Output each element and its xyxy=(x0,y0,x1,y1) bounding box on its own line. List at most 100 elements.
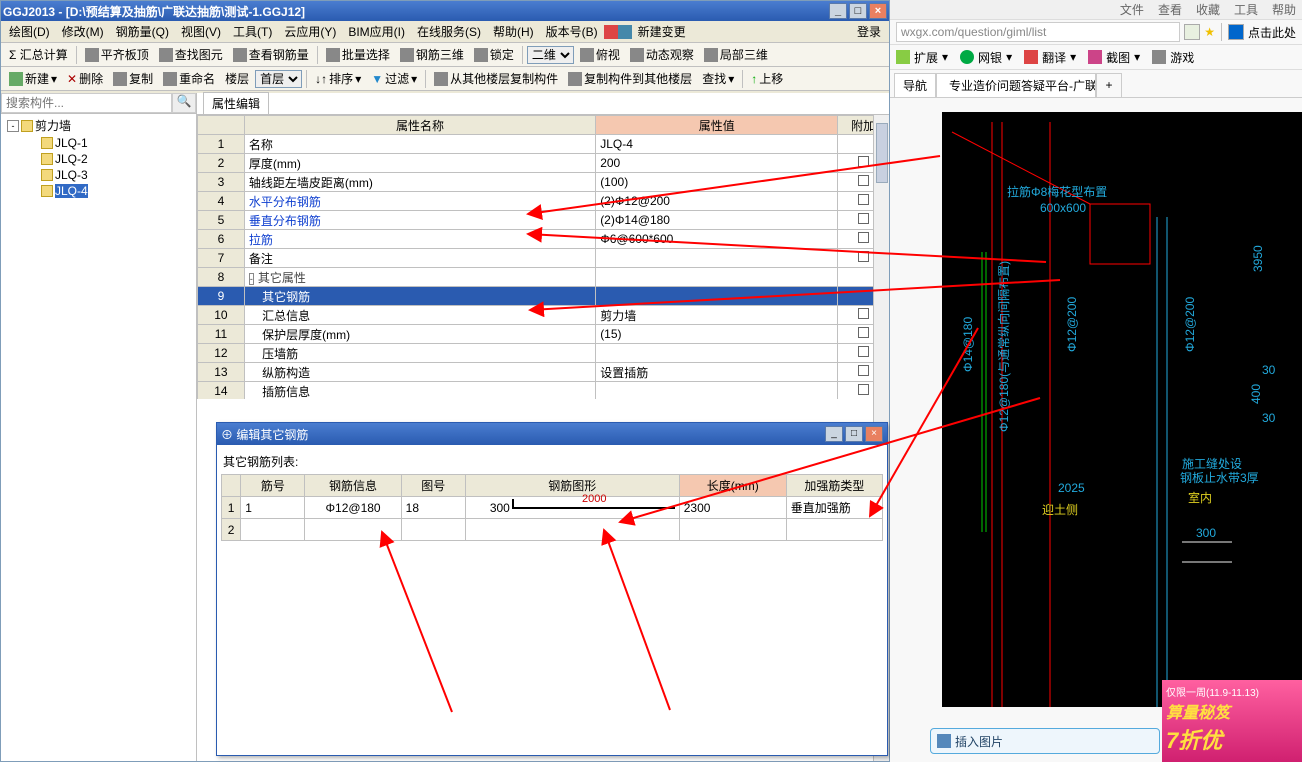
prop-value-cell[interactable] xyxy=(596,382,838,400)
tree-item-jlq2[interactable]: JLQ-2 xyxy=(3,151,194,167)
property-row[interactable]: 10 汇总信息剪力墙 xyxy=(198,306,889,325)
cad-viewport[interactable]: 拉筋Φ8梅花型布置 600x600 Φ14@180 Φ12@200 Φ12@20… xyxy=(942,112,1302,707)
menu-cloud[interactable]: 云应用(Y) xyxy=(278,21,342,42)
search-input[interactable] xyxy=(1,93,172,113)
prop-name-cell[interactable]: 轴线距左墙皮距离(mm) xyxy=(244,173,595,192)
insert-image-button[interactable]: 插入图片 xyxy=(930,728,1160,754)
address-bar[interactable] xyxy=(896,22,1180,42)
btn-delete[interactable]: ✕删除 xyxy=(63,68,107,89)
prop-name-cell[interactable]: 拉筋 xyxy=(244,230,595,249)
property-row[interactable]: 13 纵筋构造设置插筋 xyxy=(198,363,889,382)
checkbox[interactable] xyxy=(858,327,869,338)
gift-icon[interactable] xyxy=(604,25,618,39)
dialog-maximize-button[interactable]: □ xyxy=(845,426,863,442)
component-tree[interactable]: - 剪力墙 JLQ-1 JLQ-2 JLQ-3 JLQ-4 xyxy=(1,114,196,761)
cell-length[interactable]: 2300 xyxy=(679,497,786,519)
property-row[interactable]: 12 压墙筋 xyxy=(198,344,889,363)
checkbox[interactable] xyxy=(858,365,869,376)
title-bar[interactable]: GGJ2013 - [D:\预结算及抽筋\广联达抽筋\测试-1.GGJ12] _… xyxy=(1,1,889,21)
prop-name-cell[interactable]: -其它属性 xyxy=(244,268,595,287)
property-table[interactable]: 属性名称 属性值 附加 1名称JLQ-42厚度(mm)2003轴线距左墙皮距离(… xyxy=(197,115,889,399)
btn-screenshot[interactable]: 截图▾ xyxy=(1088,49,1140,66)
rebar-row-2[interactable]: 2 xyxy=(222,519,883,541)
share-icon[interactable] xyxy=(1228,24,1244,40)
btn-rename[interactable]: 重命名 xyxy=(159,68,219,89)
btn-extensions[interactable]: 扩展▾ xyxy=(896,49,948,66)
menu-draw[interactable]: 绘图(D) xyxy=(3,21,56,42)
menu-bim[interactable]: BIM应用(I) xyxy=(342,21,411,42)
prop-name-cell[interactable]: 垂直分布钢筋 xyxy=(244,211,595,230)
prop-value-cell[interactable] xyxy=(596,344,838,363)
other-rebar-table[interactable]: 筋号 钢筋信息 图号 钢筋图形 长度(mm) 加强筋类型 1 1 Φ12@180… xyxy=(221,474,883,541)
promo-banner[interactable]: 仅限一周(11.9-11.13) 算量秘笈 7折优 xyxy=(1162,680,1302,762)
cell-bar-info[interactable]: Φ12@180 xyxy=(305,497,401,519)
cell-bar-no[interactable]: 1 xyxy=(241,497,305,519)
reload-icon[interactable] xyxy=(1184,24,1200,40)
dialog-minimize-button[interactable]: _ xyxy=(825,426,843,442)
btn-find[interactable]: 查找▾ xyxy=(698,68,738,89)
tree-root-shearwall[interactable]: - 剪力墙 xyxy=(3,116,194,135)
br-menu-help[interactable]: 帮助 xyxy=(1272,1,1296,18)
btn-batch-select[interactable]: 批量选择 xyxy=(322,44,394,65)
btn-top-view[interactable]: 俯视 xyxy=(576,44,624,65)
btn-filter[interactable]: ▼过滤▾ xyxy=(367,68,421,89)
prop-value-cell[interactable]: 设置插筋 xyxy=(596,363,838,382)
menu-modify[interactable]: 修改(M) xyxy=(56,21,110,42)
checkbox[interactable] xyxy=(858,232,869,243)
property-row[interactable]: 1名称JLQ-4 xyxy=(198,135,889,154)
btn-view-qty[interactable]: 查看钢筋量 xyxy=(229,44,313,65)
menu-rebar-qty[interactable]: 钢筋量(Q) xyxy=(110,21,175,42)
property-row[interactable]: 4水平分布钢筋(2)Φ12@200 xyxy=(198,192,889,211)
menu-version[interactable]: 版本号(B) xyxy=(540,21,604,42)
br-menu-file[interactable]: 文件 xyxy=(1120,1,1144,18)
prop-value-cell[interactable]: 剪力墙 xyxy=(596,306,838,325)
minimize-button[interactable]: _ xyxy=(829,3,847,19)
edit-other-rebar-dialog[interactable]: ⊕ 编辑其它钢筋 _ □ × 其它钢筋列表: 筋号 钢筋信息 图号 钢筋图形 长… xyxy=(216,422,888,756)
btn-find-element[interactable]: 查找图元 xyxy=(155,44,227,65)
tab-property-edit[interactable]: 属性编辑 xyxy=(203,92,269,114)
collapse-icon[interactable]: - xyxy=(7,120,19,132)
checkbox[interactable] xyxy=(858,346,869,357)
cell-bar-shape[interactable]: 300 2000 xyxy=(465,497,679,519)
prop-value-cell[interactable]: (100) xyxy=(596,173,838,192)
prop-name-cell[interactable]: 其它钢筋 xyxy=(244,287,595,306)
property-row[interactable]: 7备注 xyxy=(198,249,889,268)
new-tab-button[interactable]: + xyxy=(1096,73,1122,97)
home-icon[interactable] xyxy=(618,25,632,39)
btn-lock[interactable]: 锁定 xyxy=(470,44,518,65)
menu-view[interactable]: 视图(V) xyxy=(175,21,227,42)
cell-fig-no[interactable]: 18 xyxy=(401,497,465,519)
btn-rebar-3d[interactable]: 钢筋三维 xyxy=(396,44,468,65)
btn-local-3d[interactable]: 局部三维 xyxy=(700,44,772,65)
checkbox[interactable] xyxy=(858,384,869,395)
prop-name-cell[interactable]: 保护层厚度(mm) xyxy=(244,325,595,344)
tree-item-jlq1[interactable]: JLQ-1 xyxy=(3,135,194,151)
dialog-close-button[interactable]: × xyxy=(865,426,883,442)
property-row[interactable]: 11 保护层厚度(mm)(15) xyxy=(198,325,889,344)
property-row[interactable]: 3轴线距左墙皮距离(mm)(100) xyxy=(198,173,889,192)
btn-move-up[interactable]: ↑上移 xyxy=(747,68,787,89)
btn-games[interactable]: 游戏 xyxy=(1152,49,1194,66)
checkbox[interactable] xyxy=(858,213,869,224)
prop-name-cell[interactable]: 水平分布钢筋 xyxy=(244,192,595,211)
tree-item-jlq3[interactable]: JLQ-3 xyxy=(3,167,194,183)
prop-value-cell[interactable]: 200 xyxy=(596,154,838,173)
property-row[interactable]: 8-其它属性 xyxy=(198,268,889,287)
browser-tab-2[interactable]: 专业造价问题答疑平台-广联达× xyxy=(936,73,1096,97)
checkbox[interactable] xyxy=(858,194,869,205)
click-hint[interactable]: 点击此处 xyxy=(1248,24,1296,41)
prop-value-cell[interactable] xyxy=(596,287,838,306)
prop-value-cell[interactable]: (2)Φ14@180 xyxy=(596,211,838,230)
btn-align-slab[interactable]: 平齐板顶 xyxy=(81,44,153,65)
prop-value-cell[interactable]: (2)Φ12@200 xyxy=(596,192,838,211)
btn-translate[interactable]: 翻译▾ xyxy=(1024,49,1076,66)
btn-orbit[interactable]: 动态观察 xyxy=(626,44,698,65)
menu-tools[interactable]: 工具(T) xyxy=(227,21,278,42)
prop-name-cell[interactable]: 汇总信息 xyxy=(244,306,595,325)
browser-tab-1[interactable]: 导航 xyxy=(894,73,936,97)
prop-value-cell[interactable]: (15) xyxy=(596,325,838,344)
btn-copy-to-floor[interactable]: 复制构件到其他楼层 xyxy=(564,68,696,89)
prop-name-cell[interactable]: 备注 xyxy=(244,249,595,268)
property-row[interactable]: 9 其它钢筋 xyxy=(198,287,889,306)
menu-help[interactable]: 帮助(H) xyxy=(487,21,540,42)
